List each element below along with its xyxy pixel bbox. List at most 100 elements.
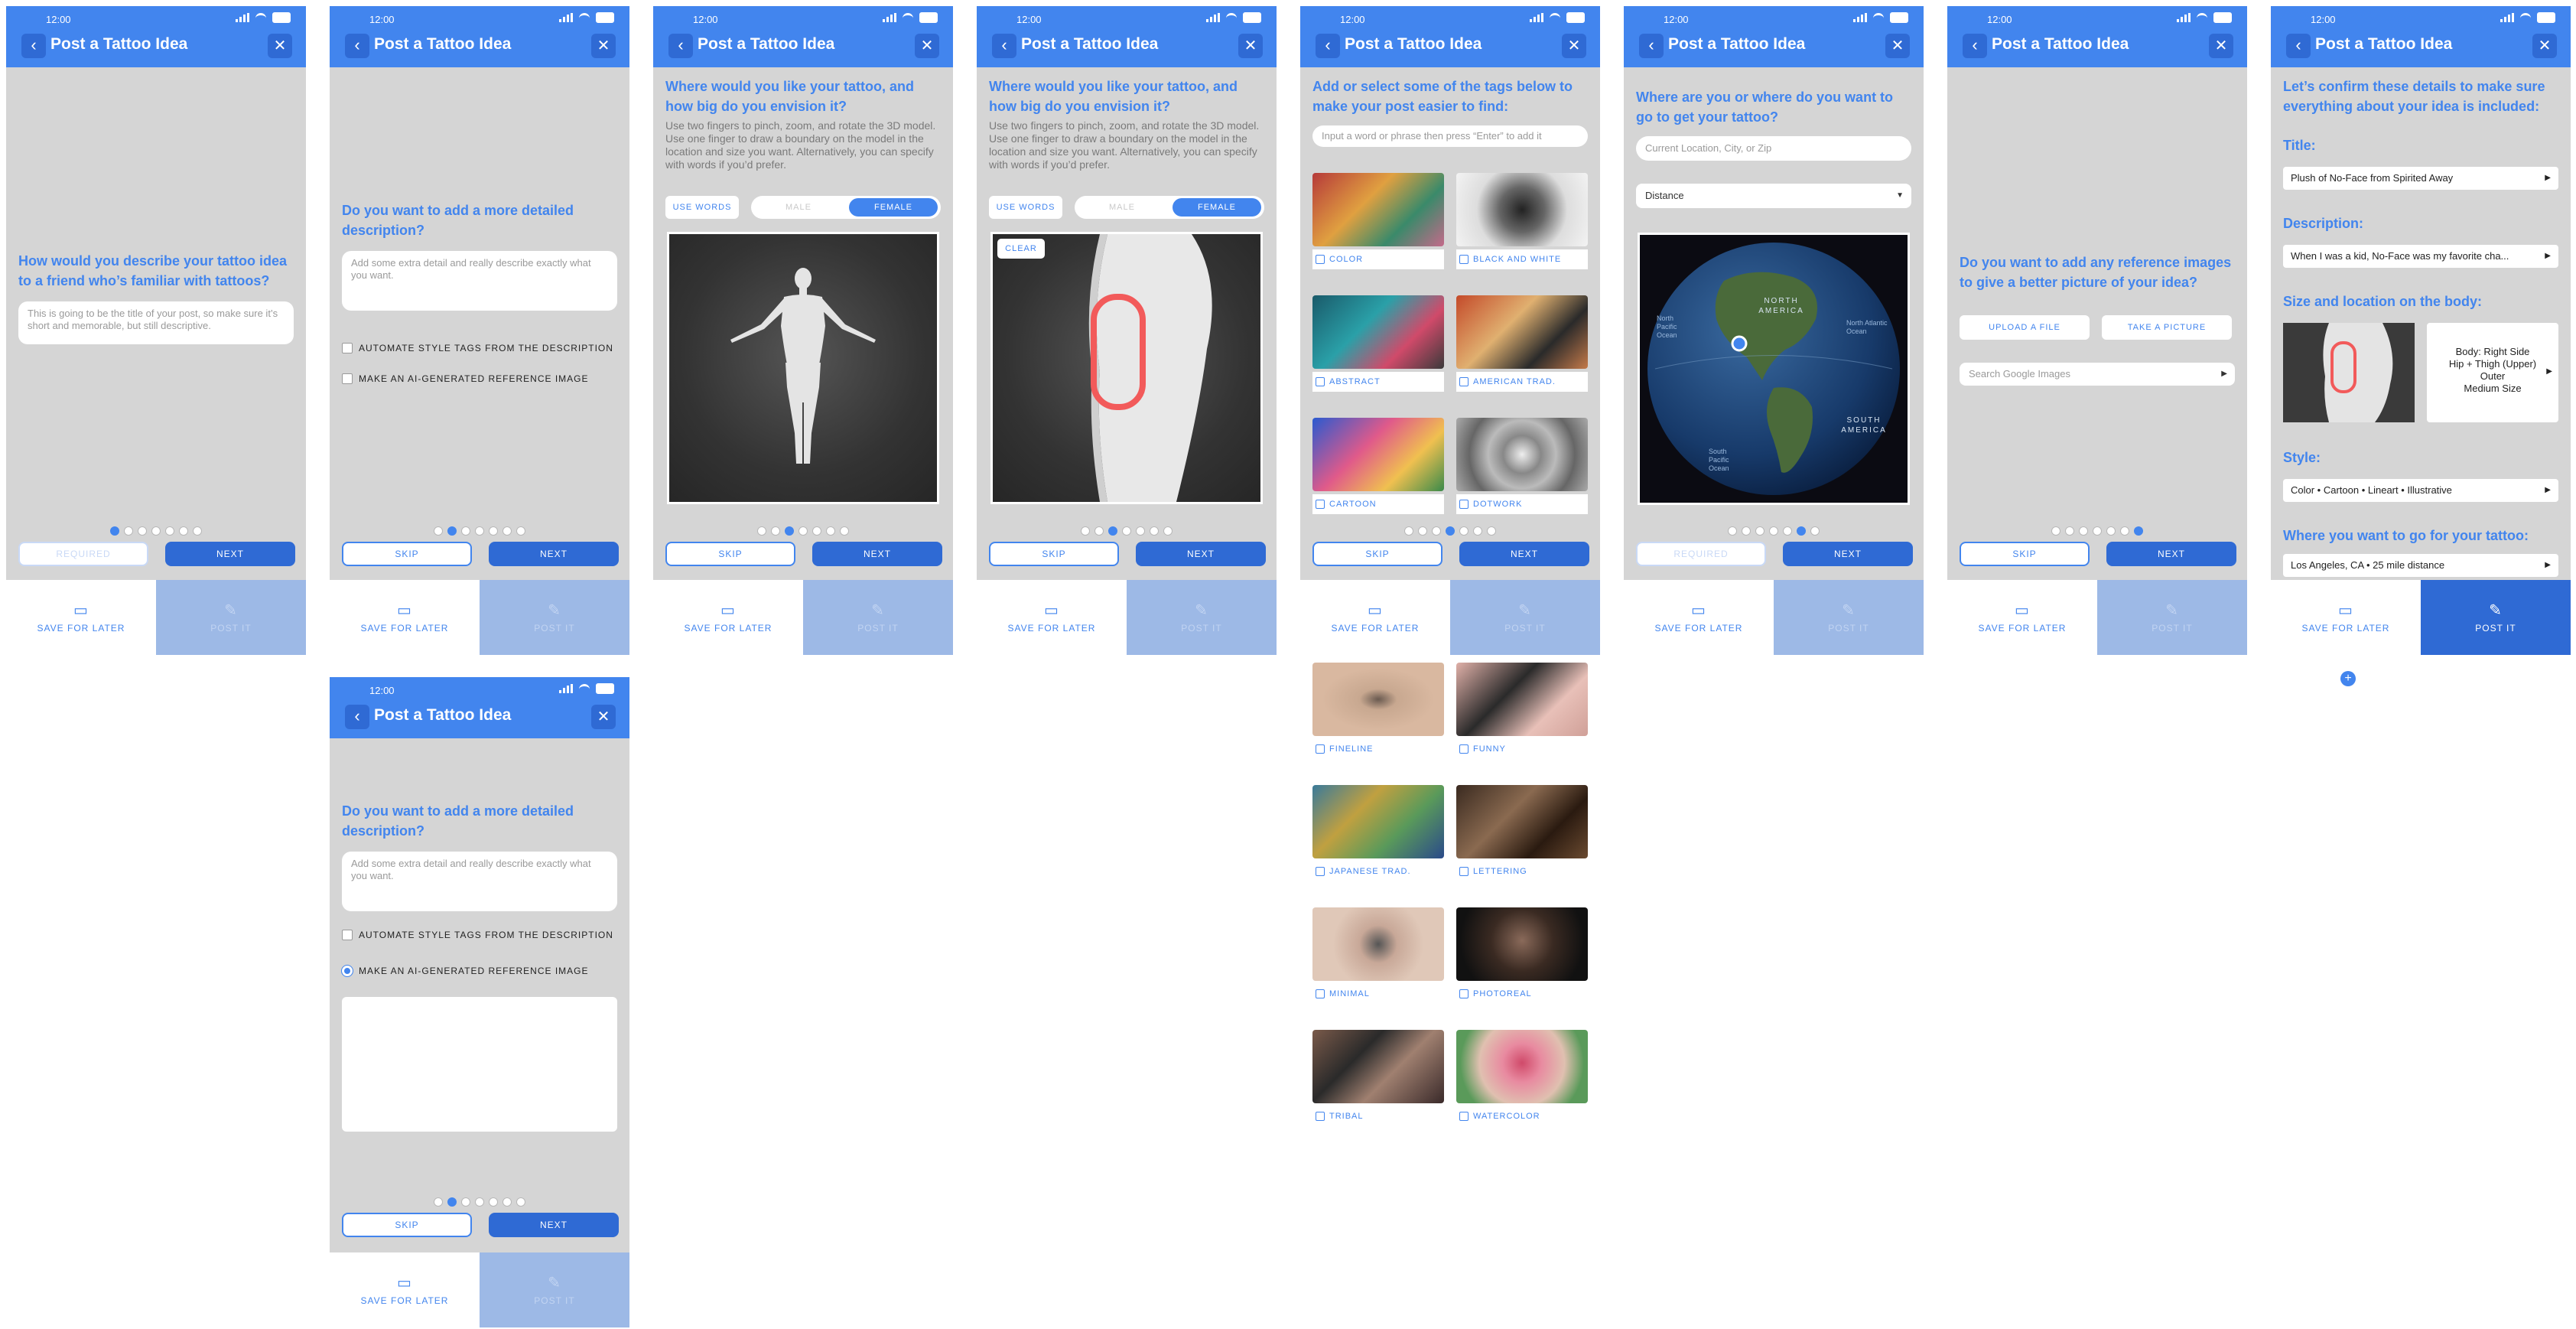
tag-tribal[interactable]: TRIBAL	[1312, 1030, 1444, 1128]
upload-file-button[interactable]: UPLOAD A FILE	[1960, 315, 2090, 340]
3d-model-canvas[interactable]	[667, 232, 939, 504]
3d-model-canvas[interactable]: CLEAR	[990, 232, 1263, 504]
checkbox[interactable]	[342, 930, 353, 940]
post-it-button[interactable]: ✎ POST IT	[480, 1252, 629, 1327]
checkbox[interactable]	[1459, 255, 1469, 264]
close-button[interactable]: ✕	[915, 34, 939, 58]
skip-button[interactable]: SKIP	[989, 542, 1119, 566]
location-input[interactable]: Current Location, City, or Zip	[1636, 136, 1911, 161]
save-for-later-button[interactable]: ▭ SAVE FOR LATER	[330, 1252, 480, 1327]
save-for-later-button[interactable]: ▭ SAVE FOR LATER	[1624, 580, 1774, 655]
skip-button[interactable]: SKIP	[1312, 542, 1442, 566]
next-button[interactable]: NEXT	[165, 542, 295, 566]
gender-toggle[interactable]: MALE FEMALE	[1075, 196, 1264, 219]
back-button[interactable]: ‹	[21, 34, 46, 58]
tag-color[interactable]: COLOR	[1312, 173, 1444, 271]
checkbox[interactable]	[1316, 1112, 1325, 1121]
close-button[interactable]: ✕	[1562, 34, 1586, 58]
female-option[interactable]: FEMALE	[1173, 198, 1261, 217]
google-images-search[interactable]: Search Google Images ▶	[1960, 363, 2235, 386]
checkbox[interactable]	[342, 343, 353, 353]
save-for-later-button[interactable]: ▭ SAVE FOR LATER	[977, 580, 1127, 655]
tag-black-and-white[interactable]: BLACK AND WHITE	[1456, 173, 1588, 271]
checkbox[interactable]	[1316, 500, 1325, 509]
tag-lettering[interactable]: LETTERING	[1456, 785, 1588, 883]
male-option[interactable]: MALE	[1078, 198, 1166, 217]
checkbox[interactable]	[1316, 989, 1325, 998]
female-option[interactable]: FEMALE	[849, 198, 938, 217]
skip-button[interactable]: SKIP	[665, 542, 795, 566]
checkbox[interactable]	[1316, 744, 1325, 754]
title-input[interactable]: This is going to be the title of your po…	[18, 301, 294, 344]
tag-watercolor[interactable]: WATERCOLOR	[1456, 1030, 1588, 1128]
auto-tags-option[interactable]: AUTOMATE STYLE TAGS FROM THE DESCRIPTION	[342, 930, 613, 940]
checkbox[interactable]	[1459, 867, 1469, 876]
close-button[interactable]: ✕	[1885, 34, 1910, 58]
back-button[interactable]: ‹	[668, 34, 693, 58]
tag-fineline[interactable]: FINELINE	[1312, 663, 1444, 761]
skip-button[interactable]: SKIP	[342, 1213, 472, 1237]
checkbox[interactable]	[1459, 989, 1469, 998]
size-details[interactable]: Body: Right Side Hip + Thigh (Upper) Out…	[2427, 323, 2558, 422]
skip-button[interactable]: SKIP	[342, 542, 472, 566]
clear-button[interactable]: CLEAR	[997, 239, 1045, 259]
gender-toggle[interactable]: MALE FEMALE	[751, 196, 941, 219]
ai-image-option[interactable]: MAKE AN AI-GENERATED REFERENCE IMAGE	[341, 965, 589, 977]
post-it-button[interactable]: ✎ POST IT	[2421, 580, 2571, 655]
close-button[interactable]: ✕	[1238, 34, 1263, 58]
save-for-later-button[interactable]: ▭ SAVE FOR LATER	[653, 580, 803, 655]
save-for-later-button[interactable]: ▭ SAVE FOR LATER	[1947, 580, 2097, 655]
checkbox[interactable]	[1316, 867, 1325, 876]
post-it-button[interactable]: ✎ POST IT	[1127, 580, 1277, 655]
description-input[interactable]: Add some extra detail and really describ…	[342, 852, 617, 911]
skip-button[interactable]: SKIP	[1960, 542, 2090, 566]
back-button[interactable]: ‹	[2286, 34, 2311, 58]
use-words-button[interactable]: USE WORDS	[989, 196, 1062, 219]
next-button[interactable]: NEXT	[812, 542, 942, 566]
back-button[interactable]: ‹	[1639, 34, 1664, 58]
next-button[interactable]: NEXT	[1459, 542, 1589, 566]
checkbox[interactable]	[1316, 377, 1325, 386]
checkbox[interactable]	[1459, 1112, 1469, 1121]
radio-selected[interactable]	[341, 965, 353, 977]
close-button[interactable]: ✕	[591, 34, 616, 58]
style-value-row[interactable]: Color • Cartoon • Lineart • Illustrative…	[2283, 479, 2558, 502]
post-it-button[interactable]: ✎ POST IT	[2097, 580, 2247, 655]
description-value-row[interactable]: When I was a kid, No-Face was my favorit…	[2283, 245, 2558, 268]
back-button[interactable]: ‹	[992, 34, 1016, 58]
post-it-button[interactable]: ✎ POST IT	[803, 580, 953, 655]
post-it-button[interactable]: ✎ POST IT	[480, 580, 629, 655]
globe-map[interactable]: NORTH AMERICA SOUTH AMERICA North Pacifi…	[1638, 233, 1910, 505]
tag-funny[interactable]: FUNNY	[1456, 663, 1588, 761]
next-button[interactable]: NEXT	[2106, 542, 2236, 566]
close-button[interactable]: ✕	[2532, 34, 2557, 58]
close-button[interactable]: ✕	[2209, 34, 2233, 58]
use-words-button[interactable]: USE WORDS	[665, 196, 739, 219]
close-button[interactable]: ✕	[268, 34, 292, 58]
title-value-row[interactable]: Plush of No-Face from Spirited Away ▶	[2283, 167, 2558, 190]
tag-american-trad[interactable]: AMERICAN TRAD.	[1456, 295, 1588, 393]
tag-dotwork[interactable]: DOTWORK	[1456, 418, 1588, 516]
auto-tags-option[interactable]: AUTOMATE STYLE TAGS FROM THE DESCRIPTION	[342, 343, 613, 353]
save-for-later-button[interactable]: ▭ SAVE FOR LATER	[1300, 580, 1450, 655]
next-button[interactable]: NEXT	[489, 542, 619, 566]
next-button[interactable]: NEXT	[489, 1213, 619, 1237]
description-input[interactable]: Add some extra detail and really describ…	[342, 251, 617, 311]
ai-image-option[interactable]: MAKE AN AI-GENERATED REFERENCE IMAGE	[342, 373, 589, 384]
save-for-later-button[interactable]: ▭ SAVE FOR LATER	[6, 580, 156, 655]
back-button[interactable]: ‹	[345, 705, 369, 729]
save-for-later-button[interactable]: ▭ SAVE FOR LATER	[2271, 580, 2421, 655]
tag-abstract[interactable]: ABSTRACT	[1312, 295, 1444, 393]
back-button[interactable]: ‹	[1963, 34, 1987, 58]
next-button[interactable]: NEXT	[1783, 542, 1913, 566]
checkbox[interactable]	[1459, 377, 1469, 386]
male-option[interactable]: MALE	[754, 198, 843, 217]
tag-minimal[interactable]: MINIMAL	[1312, 907, 1444, 1005]
take-picture-button[interactable]: TAKE A PICTURE	[2102, 315, 2232, 340]
tag-cartoon[interactable]: CARTOON	[1312, 418, 1444, 516]
tag-photoreal[interactable]: PHOTOREAL	[1456, 907, 1588, 1005]
checkbox[interactable]	[342, 373, 353, 384]
post-it-button[interactable]: ✎ POST IT	[1450, 580, 1600, 655]
post-it-button[interactable]: ✎ POST IT	[1774, 580, 1924, 655]
post-it-button[interactable]: ✎ POST IT	[156, 580, 306, 655]
